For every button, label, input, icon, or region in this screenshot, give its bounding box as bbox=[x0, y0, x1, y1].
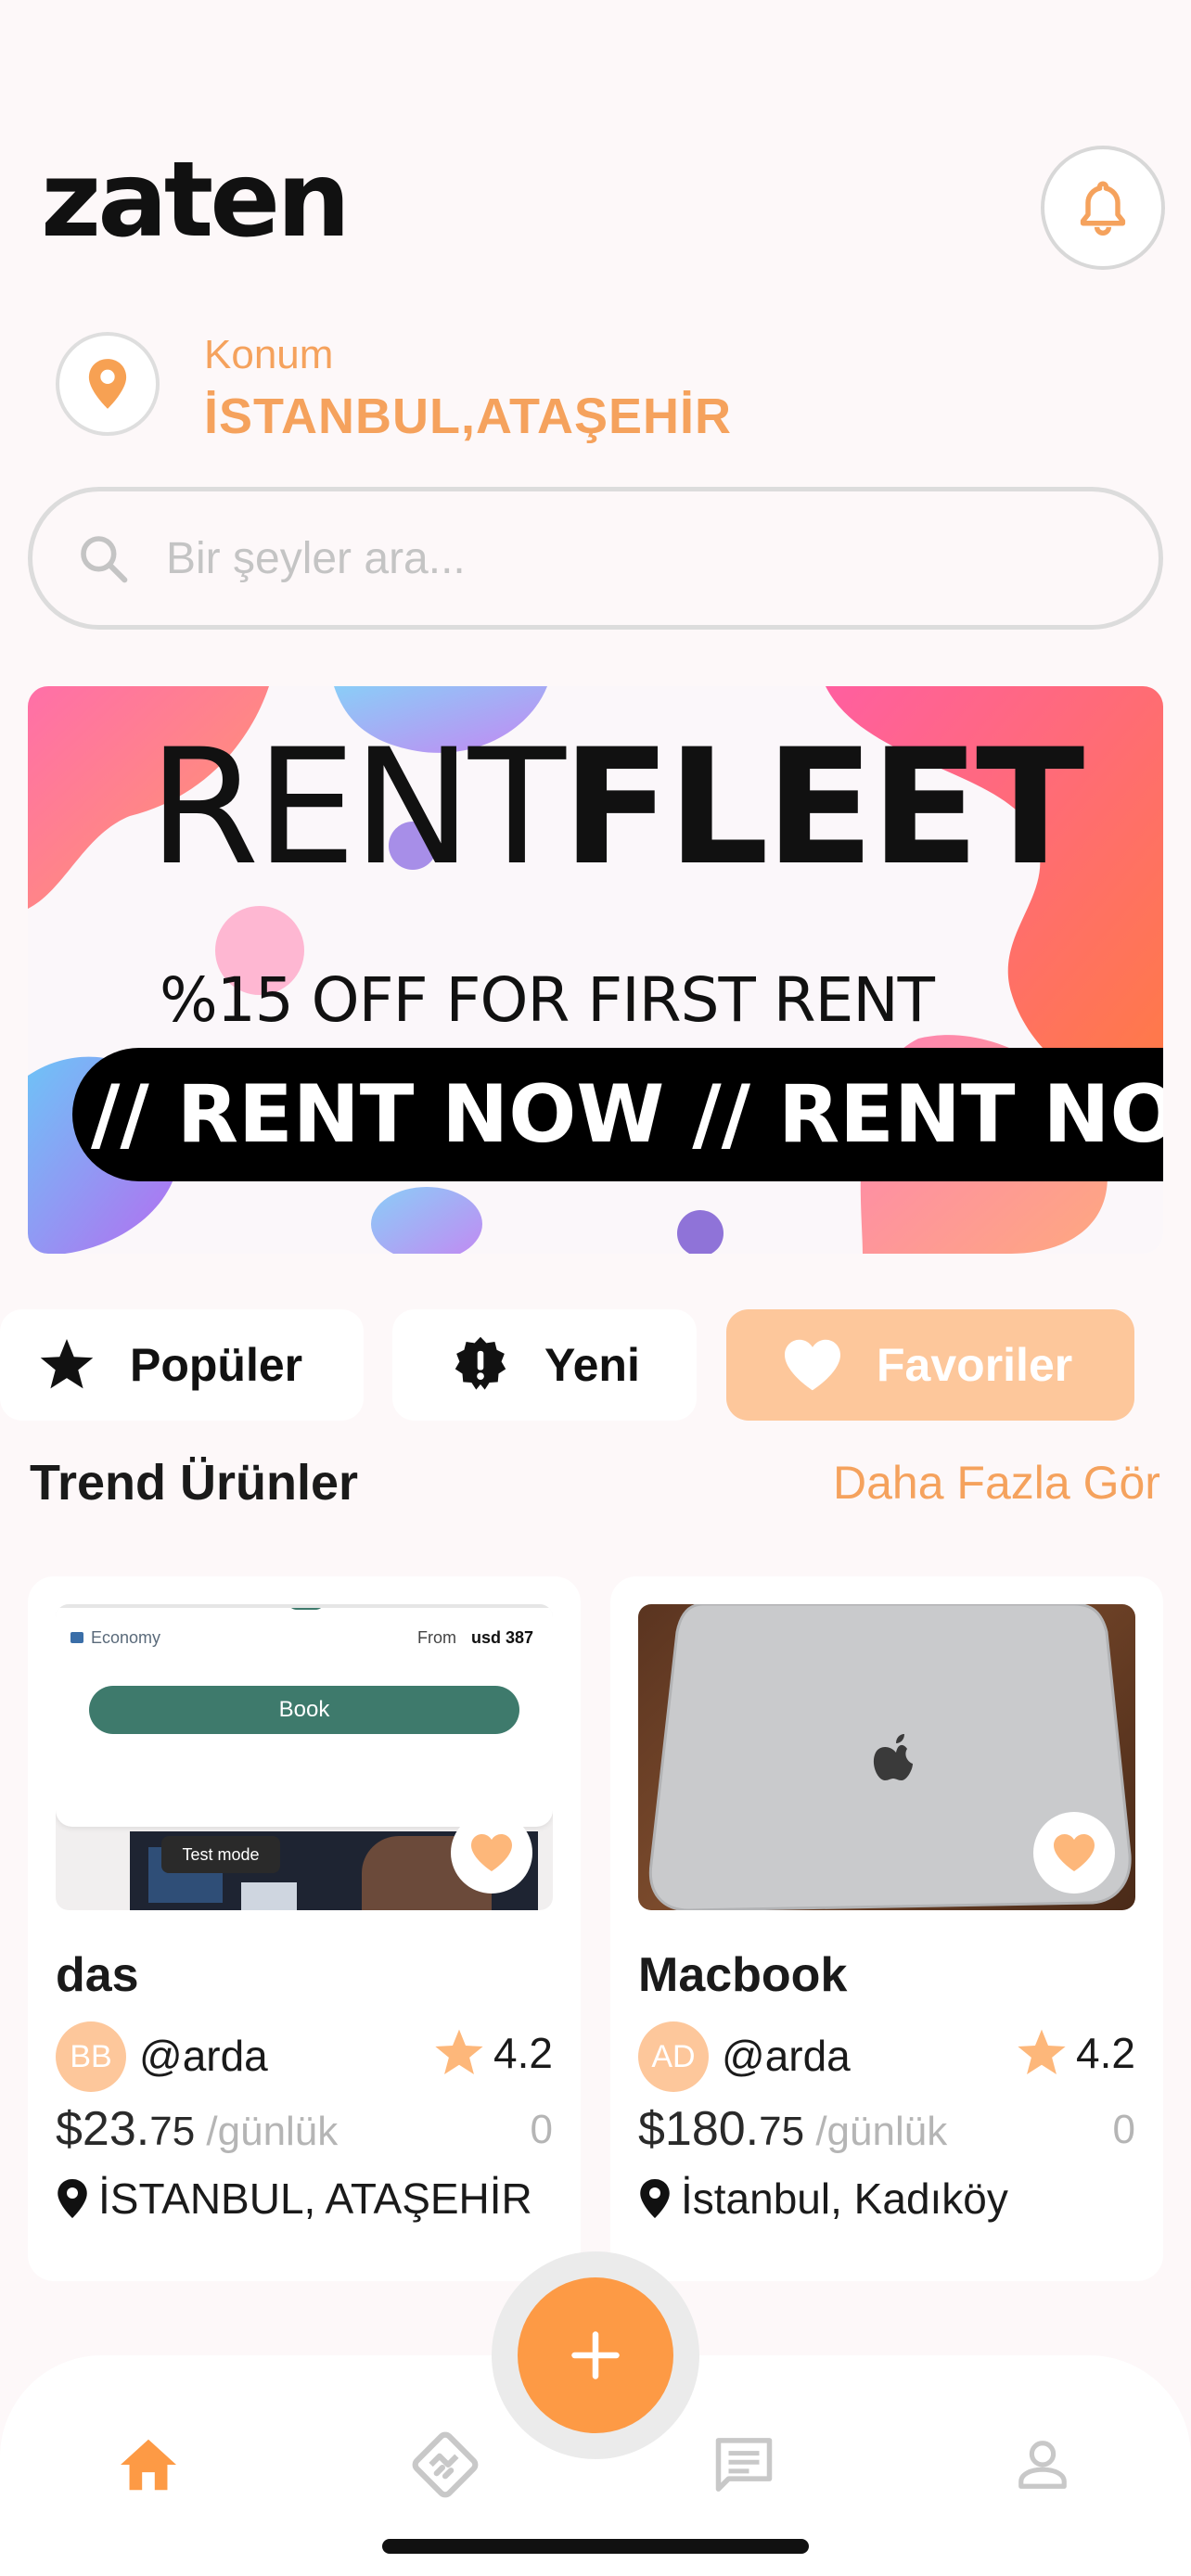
location-label: Konum bbox=[204, 332, 334, 377]
map-pin-icon bbox=[58, 2179, 87, 2218]
nav-messages[interactable] bbox=[707, 2428, 781, 2502]
banner-title: RENTFLEET bbox=[148, 714, 1084, 900]
section-title: Trend Ürünler bbox=[30, 1455, 359, 1511]
location-value[interactable]: İSTANBUL,ATAŞEHİR bbox=[204, 388, 732, 445]
product-price: $23.75 /günlük bbox=[56, 2101, 338, 2157]
new-badge-icon bbox=[450, 1334, 511, 1396]
price-cents: 75 bbox=[759, 2109, 805, 2154]
add-listing-button[interactable] bbox=[518, 2277, 673, 2433]
tab-popular[interactable]: Popüler bbox=[0, 1309, 364, 1421]
avatar[interactable]: AD bbox=[638, 2021, 709, 2092]
price-main: $23. bbox=[56, 2102, 150, 2156]
price-unit: /günlük bbox=[804, 2109, 948, 2154]
rating-value: 4.2 bbox=[1076, 2029, 1135, 2077]
banner-subtitle: %15 OFF FOR FIRST RENT bbox=[160, 964, 935, 1036]
price-unit: /günlük bbox=[195, 2109, 339, 2154]
search-bar[interactable]: Bir şeyler ara... bbox=[28, 487, 1163, 630]
chat-icon bbox=[715, 2438, 773, 2492]
product-location-text: İSTANBUL, ATAŞEHİR bbox=[98, 2174, 532, 2223]
product-title: das bbox=[56, 1948, 139, 2002]
product-rating: 4.2 bbox=[432, 2027, 553, 2079]
image-economy-text: Economy bbox=[91, 1628, 161, 1647]
product-card[interactable]: Macbook AD @arda 4.2 $180.75 /günlük 0 İ… bbox=[610, 1576, 1163, 2281]
image-test-mode-text: Test mode bbox=[161, 1836, 280, 1873]
product-location: İstanbul, Kadıköy bbox=[638, 2174, 1008, 2224]
plus-icon bbox=[571, 2331, 620, 2379]
product-image: Economy From usd 387 Book Test mode bbox=[56, 1604, 553, 1910]
product-title: Macbook bbox=[638, 1948, 848, 2002]
home-icon bbox=[121, 2439, 176, 2491]
map-pin-icon bbox=[88, 359, 127, 409]
map-pin-icon bbox=[640, 2179, 670, 2218]
product-price: $180.75 /günlük bbox=[638, 2101, 947, 2157]
see-more-link[interactable]: Daha Fazla Gör bbox=[833, 1456, 1160, 1510]
tab-new-label: Yeni bbox=[544, 1339, 640, 1391]
heart-icon bbox=[782, 1337, 843, 1393]
nav-rentals[interactable] bbox=[408, 2428, 482, 2502]
notifications-button[interactable] bbox=[1041, 146, 1165, 270]
product-card[interactable]: Economy From usd 387 Book Test mode das … bbox=[28, 1576, 581, 2281]
product-count: 0 bbox=[530, 2107, 553, 2152]
price-cents: 75 bbox=[149, 2109, 196, 2154]
product-location: İSTANBUL, ATAŞEHİR bbox=[56, 2174, 532, 2224]
promo-banner[interactable]: RENTFLEET %15 OFF FOR FIRST RENT // RENT… bbox=[28, 686, 1163, 1254]
image-price-text: usd 387 bbox=[471, 1628, 534, 1647]
seller-username[interactable]: @arda bbox=[722, 2031, 851, 2081]
nav-home[interactable] bbox=[111, 2428, 186, 2502]
banner-title-bold: FLEET bbox=[561, 714, 1084, 900]
handshake-icon bbox=[412, 2431, 479, 2498]
star-icon bbox=[1018, 2029, 1066, 2074]
profile-icon bbox=[1018, 2441, 1067, 2489]
seller-username[interactable]: @arda bbox=[139, 2031, 268, 2081]
search-input[interactable]: Bir şeyler ara... bbox=[166, 533, 466, 584]
app-logo: zaten bbox=[41, 140, 351, 261]
favorite-button[interactable] bbox=[451, 1812, 532, 1894]
rating-value: 4.2 bbox=[493, 2029, 553, 2077]
favorite-button[interactable] bbox=[1033, 1812, 1115, 1894]
home-indicator bbox=[382, 2539, 809, 2554]
product-count: 0 bbox=[1112, 2107, 1135, 2152]
heart-icon bbox=[1054, 1834, 1095, 1871]
star-icon bbox=[37, 1336, 96, 1394]
banner-strip: // RENT NOW // RENT NOW // bbox=[72, 1048, 1163, 1181]
tab-new[interactable]: Yeni bbox=[392, 1309, 697, 1421]
search-icon bbox=[81, 536, 128, 583]
product-location-text: İstanbul, Kadıköy bbox=[681, 2174, 1008, 2223]
price-main: $180. bbox=[638, 2102, 760, 2156]
tab-favorites-label: Favoriler bbox=[877, 1339, 1073, 1391]
product-image bbox=[638, 1604, 1135, 1910]
image-from-text: From bbox=[417, 1628, 456, 1647]
tab-favorites[interactable]: Favoriler bbox=[726, 1309, 1134, 1421]
tab-popular-label: Popüler bbox=[130, 1339, 303, 1391]
nav-profile[interactable] bbox=[1005, 2428, 1080, 2502]
banner-title-light: RENT bbox=[148, 714, 566, 900]
star-icon bbox=[435, 2029, 483, 2074]
image-book-text: Book bbox=[89, 1686, 519, 1734]
heart-icon bbox=[471, 1834, 512, 1871]
bell-icon bbox=[1080, 181, 1126, 236]
avatar[interactable]: BB bbox=[56, 2021, 126, 2092]
product-rating: 4.2 bbox=[1015, 2027, 1135, 2079]
location-button[interactable] bbox=[56, 332, 160, 436]
